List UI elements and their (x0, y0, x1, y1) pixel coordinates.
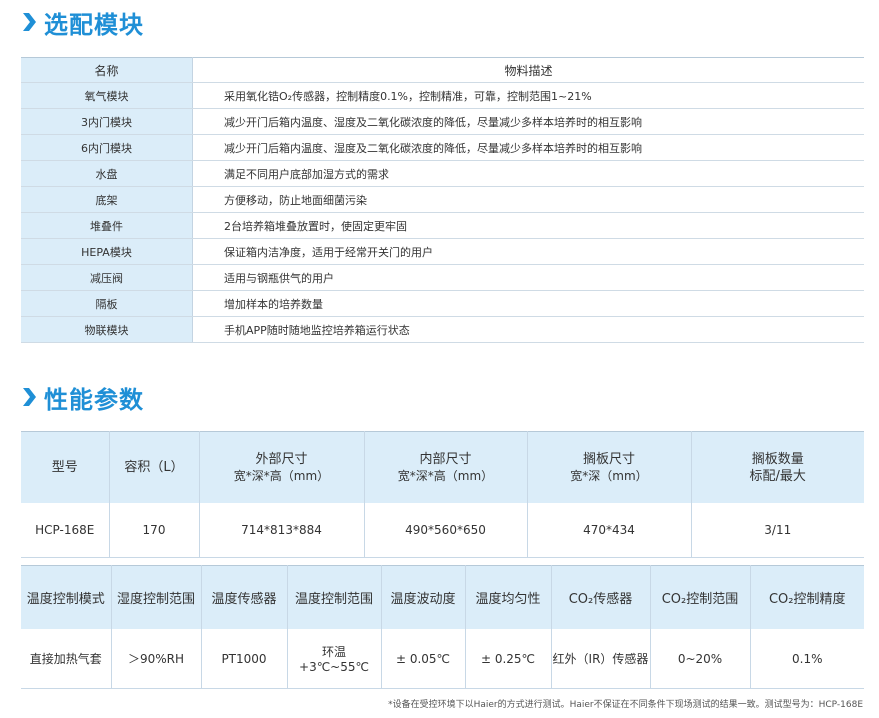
section-title-text: 选配模块 (44, 10, 144, 39)
table-row: 堆叠件 2台培养箱堆叠放置时，使固定更牢固 (21, 212, 864, 239)
module-description: 增加样本的培养数量 (192, 290, 864, 317)
section-title-text: 性能参数 (44, 385, 144, 414)
cell-shelf-count: 3/11 (691, 503, 864, 558)
header-temp-range: 温度控制范围 (287, 565, 382, 629)
header-temp-sensor: 温度传感器 (201, 565, 288, 629)
cell-temp-sensor: PT1000 (201, 629, 288, 689)
table-row: 物联模块 手机APP随时随地监控培养箱运行状态 (21, 316, 864, 343)
header-internal-size: 内部尺寸 宽*深*高（mm） (364, 431, 528, 503)
header-volume: 容积（L） (109, 431, 200, 503)
header-name: 名称 (21, 57, 193, 83)
cell-co2-accuracy: 0.1% (750, 629, 864, 689)
footnote: *设备在受控环境下以Haier的方式进行测试。Haier不保证在不同条件下现场测… (388, 700, 863, 710)
module-description: 方便移动，防止地面细菌污染 (192, 186, 864, 213)
header-temp-uniformity: 温度均匀性 (465, 565, 552, 629)
module-name: 堆叠件 (21, 212, 193, 239)
cell-humidity-range: ＞90%RH (111, 629, 202, 689)
table-row: 底架 方便移动，防止地面细菌污染 (21, 186, 864, 213)
cell-external-size: 714*813*884 (199, 503, 365, 558)
module-name: 水盘 (21, 160, 193, 187)
module-description: 满足不同用户底部加湿方式的需求 (192, 160, 864, 187)
module-name: 物联模块 (21, 316, 193, 343)
table-row: 直接加热气套 ＞90%RH PT1000 环温+3℃~55℃ ± 0.05℃ ±… (21, 629, 864, 689)
module-description: 保证箱内洁净度，适用于经常开关门的用户 (192, 238, 864, 265)
section-title-performance: 性能参数 (20, 379, 144, 415)
module-name: 氧气模块 (21, 82, 193, 109)
header-co2-accuracy: CO₂控制精度 (750, 565, 864, 629)
module-description: 手机APP随时随地监控培养箱运行状态 (192, 316, 864, 343)
header-temp-fluctuation: 温度波动度 (381, 565, 466, 629)
module-name: 3内门模块 (21, 108, 193, 135)
table-row: 氧气模块 采用氧化锆O₂传感器，控制精度0.1%，控制精准，可靠，控制范围1~2… (21, 82, 864, 109)
header-humidity-range: 湿度控制范围 (111, 565, 202, 629)
cell-co2-range: 0~20% (650, 629, 751, 689)
module-name: 6内门模块 (21, 134, 193, 161)
cell-model: HCP-168E (21, 503, 110, 558)
cell-shelf-size: 470*434 (527, 503, 692, 558)
section-title-optional-modules: 选配模块 (20, 4, 144, 40)
cell-co2-sensor: 红外（IR）传感器 (551, 629, 651, 689)
table-header-row: 温度控制模式 湿度控制范围 温度传感器 温度控制范围 温度波动度 温度均匀性 C… (21, 565, 864, 629)
cell-internal-size: 490*560*650 (364, 503, 528, 558)
optional-modules-table: 名称 物料描述 氧气模块 采用氧化锆O₂传感器，控制精度0.1%，控制精准，可靠… (21, 57, 864, 343)
module-name: HEPA模块 (21, 238, 193, 265)
header-temp-control-mode: 温度控制模式 (21, 565, 112, 629)
module-name: 隔板 (21, 290, 193, 317)
cell-volume: 170 (109, 503, 200, 558)
table-header-row: 名称 物料描述 (21, 57, 864, 83)
table-row: 6内门模块 减少开门后箱内温度、湿度及二氧化碳浓度的降低，尽量减少多样本培养时的… (21, 134, 864, 161)
module-name: 减压阀 (21, 264, 193, 291)
cell-temp-range: 环温+3℃~55℃ (287, 629, 382, 689)
module-description: 采用氧化锆O₂传感器，控制精度0.1%，控制精准，可靠，控制范围1~21% (192, 82, 864, 109)
module-description: 减少开门后箱内温度、湿度及二氧化碳浓度的降低，尽量减少多样本培养时的相互影响 (192, 134, 864, 161)
cell-temp-uniformity: ± 0.25℃ (465, 629, 552, 689)
dimensions-table: 型号 容积（L） 外部尺寸 宽*深*高（mm） 内部尺寸 宽*深*高（mm） 搁… (21, 431, 864, 558)
table-row: 减压阀 适用与钢瓶供气的用户 (21, 264, 864, 291)
module-description: 适用与钢瓶供气的用户 (192, 264, 864, 291)
header-shelf-size: 搁板尺寸 宽*深（mm） (527, 431, 692, 503)
cell-temp-control-mode: 直接加热气套 (21, 629, 112, 689)
cell-temp-fluctuation: ± 0.05℃ (381, 629, 466, 689)
table-row: HEPA模块 保证箱内洁净度，适用于经常开关门的用户 (21, 238, 864, 265)
table-header-row: 型号 容积（L） 外部尺寸 宽*深*高（mm） 内部尺寸 宽*深*高（mm） 搁… (21, 431, 864, 503)
header-co2-sensor: CO₂传感器 (551, 565, 651, 629)
control-parameters-table: 温度控制模式 湿度控制范围 温度传感器 温度控制范围 温度波动度 温度均匀性 C… (21, 565, 864, 689)
module-description: 2台培养箱堆叠放置时，使固定更牢固 (192, 212, 864, 239)
table-row: HCP-168E 170 714*813*884 490*560*650 470… (21, 503, 864, 558)
header-co2-range: CO₂控制范围 (650, 565, 751, 629)
chevron-right-icon (23, 388, 36, 406)
header-description: 物料描述 (192, 57, 864, 83)
table-row: 隔板 增加样本的培养数量 (21, 290, 864, 317)
module-name: 底架 (21, 186, 193, 213)
table-row: 水盘 满足不同用户底部加湿方式的需求 (21, 160, 864, 187)
header-model: 型号 (21, 431, 110, 503)
header-external-size: 外部尺寸 宽*深*高（mm） (199, 431, 365, 503)
table-row: 3内门模块 减少开门后箱内温度、湿度及二氧化碳浓度的降低，尽量减少多样本培养时的… (21, 108, 864, 135)
module-description: 减少开门后箱内温度、湿度及二氧化碳浓度的降低，尽量减少多样本培养时的相互影响 (192, 108, 864, 135)
header-shelf-count: 搁板数量 标配/最大 (691, 431, 864, 503)
chevron-right-icon (23, 13, 36, 31)
